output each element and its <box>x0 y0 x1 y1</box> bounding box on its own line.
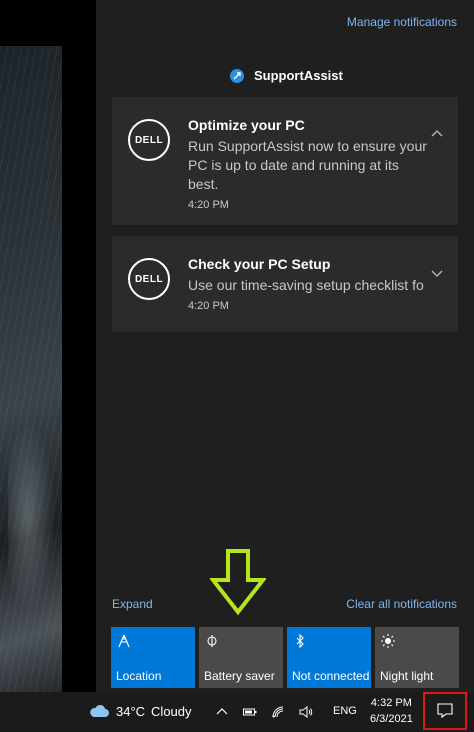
notification-time: 4:20 PM <box>188 300 229 312</box>
quick-action-night-light[interactable]: Night light <box>375 627 459 688</box>
notification-body: Run SupportAssist now to ensure your PC … <box>188 138 427 192</box>
clock-date: 6/3/2021 <box>370 713 413 725</box>
notification-title: Check your PC Setup <box>188 256 331 272</box>
clock[interactable]: 4:32 PM 6/3/2021 <box>370 695 413 727</box>
supportassist-icon <box>230 68 244 83</box>
wallpaper-image <box>0 46 62 692</box>
desktop-wallpaper <box>0 0 96 692</box>
clock-time: 4:32 PM <box>370 697 412 709</box>
chevron-up-icon[interactable] <box>430 127 444 141</box>
chevron-up-icon[interactable] <box>214 704 230 720</box>
tile-label: Location <box>116 669 162 683</box>
tile-label: Not connected <box>292 669 370 683</box>
manage-notifications-link[interactable]: Manage notifications <box>347 15 457 29</box>
cloud-icon <box>90 704 109 717</box>
notification-card[interactable]: DELL Check your PC Setup Use our time-sa… <box>112 236 458 332</box>
night-light-icon <box>381 634 395 648</box>
clear-all-notifications-link[interactable]: Clear all notifications <box>346 597 457 611</box>
weather-widget[interactable]: 34°C Cloudy <box>88 703 192 719</box>
action-center-panel: Manage notifications SupportAssist DELL … <box>96 0 474 692</box>
app-name: SupportAssist <box>254 68 343 83</box>
notification-icon <box>437 703 453 719</box>
notification-time: 4:20 PM <box>188 199 229 211</box>
volume-icon[interactable] <box>298 704 314 720</box>
action-center-button[interactable] <box>423 692 467 730</box>
notification-group-header: SupportAssist <box>230 68 343 83</box>
language-indicator[interactable]: ENG <box>333 705 357 717</box>
quick-action-bluetooth[interactable]: Not connected <box>287 627 371 688</box>
notification-card[interactable]: DELL Optimize your PC Run SupportAssist … <box>112 97 458 225</box>
dell-logo-icon: DELL <box>128 258 170 300</box>
notification-title: Optimize your PC <box>188 117 305 133</box>
tile-label: Night light <box>380 669 434 683</box>
expand-link[interactable]: Expand <box>112 597 153 611</box>
dell-logo-icon: DELL <box>128 119 170 161</box>
system-tray <box>214 704 314 720</box>
down-arrow-annotation-icon <box>210 549 266 616</box>
quick-action-location[interactable]: Location <box>111 627 195 688</box>
chevron-down-icon[interactable] <box>430 266 444 280</box>
location-icon <box>118 634 130 648</box>
wifi-icon[interactable] <box>270 704 286 720</box>
taskbar: 34°C Cloudy ENG 4:32 PM 6/3/2021 <box>0 692 474 732</box>
bluetooth-icon <box>296 633 304 649</box>
battery-icon[interactable] <box>242 704 258 720</box>
weather-condition: Cloudy <box>151 703 192 719</box>
tile-label: Battery saver <box>204 669 275 683</box>
notification-body: Use our time-saving setup checklist fo <box>188 277 424 293</box>
battery-saver-icon <box>207 635 217 647</box>
quick-action-battery-saver[interactable]: Battery saver <box>199 627 283 688</box>
weather-temperature: 34°C <box>116 703 146 719</box>
quick-actions: Location Battery saver Not connected Nig… <box>111 627 459 688</box>
